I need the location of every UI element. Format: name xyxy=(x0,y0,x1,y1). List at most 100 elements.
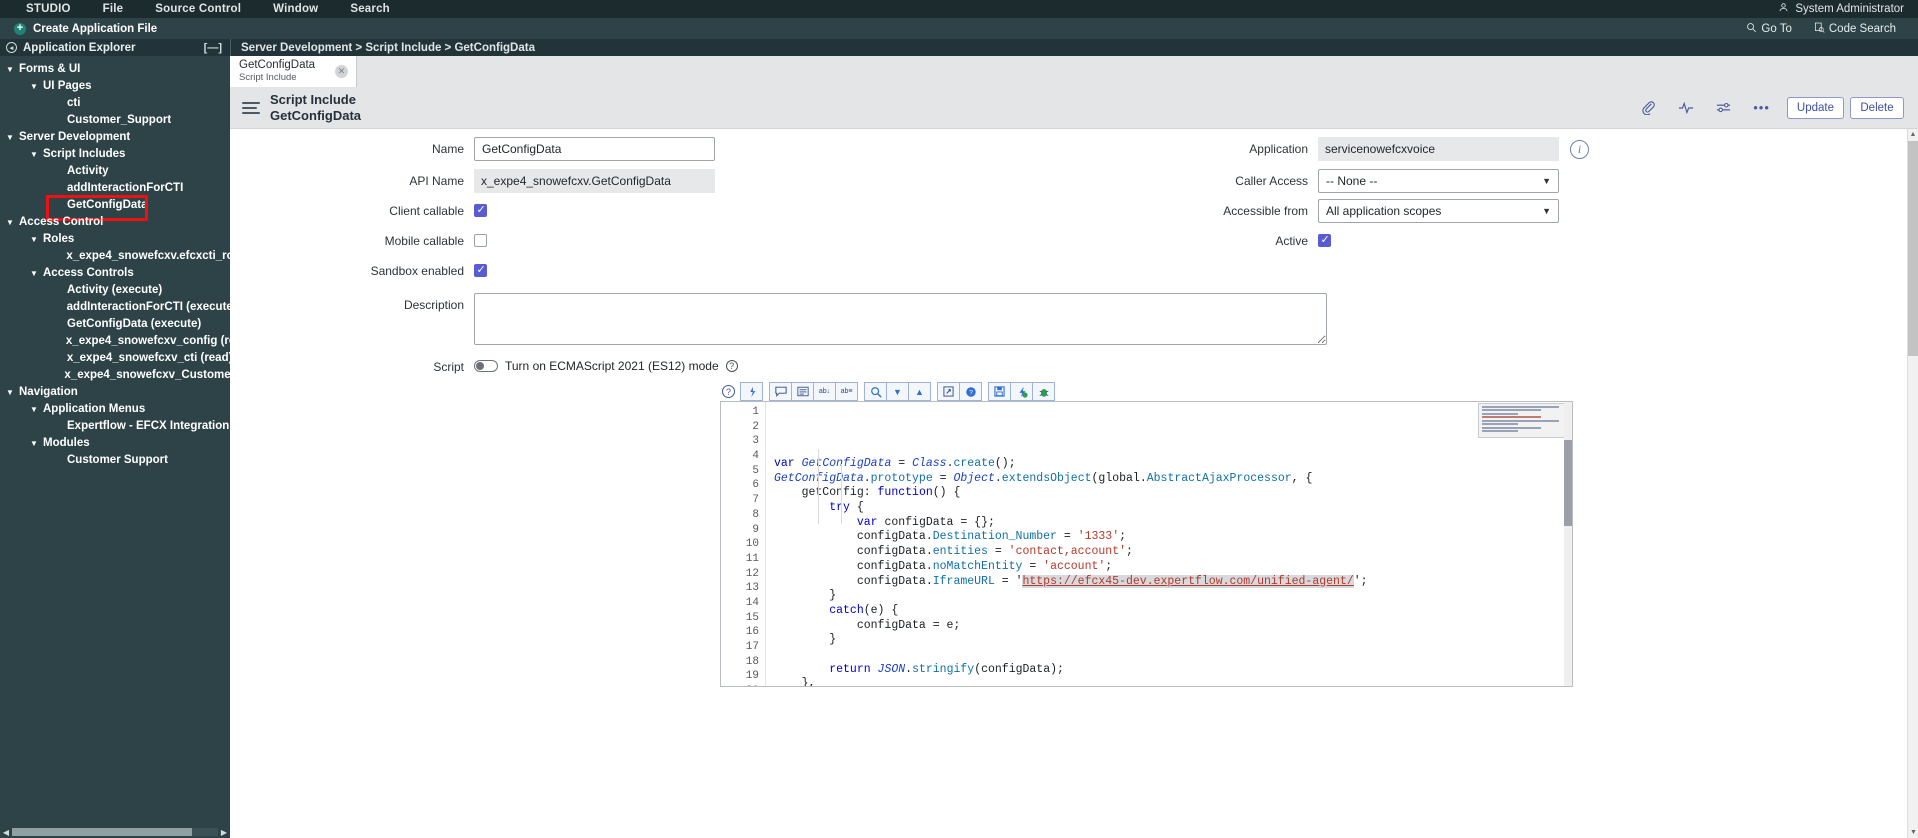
form-row-client-callable: Client callable Accessible from All appl… xyxy=(230,199,1918,223)
replace-all-icon[interactable]: ab≡ xyxy=(835,382,858,401)
code-line: configData.IframeURL = 'https://efcx45-d… xyxy=(774,575,1572,590)
tree-item-server-development[interactable]: ▼Server Development xyxy=(0,129,230,146)
tree-item-x-expe4-snowefcxv-customer-support-r[interactable]: x_expe4_snowefcxv_Customer_Support (r xyxy=(0,367,230,384)
code-scroll-thumb[interactable] xyxy=(1564,440,1572,526)
chevron-down-icon[interactable]: ▼ xyxy=(30,231,39,248)
info-icon[interactable]: i xyxy=(1570,140,1589,159)
tree-item-activity-execute[interactable]: Activity (execute) xyxy=(0,282,230,299)
find-icon[interactable] xyxy=(864,382,887,401)
attachment-icon[interactable] xyxy=(1641,100,1656,115)
accessible-from-select[interactable]: All application scopes ▼ xyxy=(1318,199,1559,223)
chevron-down-icon[interactable]: ▼ xyxy=(30,401,39,418)
tree-item-activity[interactable]: Activity xyxy=(0,163,230,180)
tree-item-getconfigdata[interactable]: GetConfigData xyxy=(0,197,230,214)
tree-item-getconfigdata-execute[interactable]: GetConfigData (execute) xyxy=(0,316,230,333)
help-icon[interactable]: ? xyxy=(722,385,735,398)
user-menu[interactable]: System Administrator xyxy=(1778,2,1918,16)
menu-item-source-control[interactable]: Source Control xyxy=(139,3,257,15)
tree-item-ui-pages[interactable]: ▼UI Pages xyxy=(0,78,230,95)
comment-icon[interactable] xyxy=(769,382,792,401)
chevron-down-icon[interactable]: ▼ xyxy=(30,146,39,163)
tree-item-modules[interactable]: ▼Modules xyxy=(0,435,230,452)
chevron-down-icon[interactable]: ▼ xyxy=(30,435,39,452)
hamburger-icon[interactable] xyxy=(242,102,260,114)
tree-item-application-menus[interactable]: ▼Application Menus xyxy=(0,401,230,418)
scroll-right-arrow[interactable]: ▶ xyxy=(218,828,230,837)
page-scrollbar[interactable]: ▲ ▼ xyxy=(1907,129,1918,838)
collapse-sidebar-button[interactable]: [—] xyxy=(204,42,222,54)
page-scroll-thumb[interactable] xyxy=(1908,141,1918,356)
chevron-down-icon[interactable]: ▼ xyxy=(30,265,39,282)
close-icon[interactable]: ✕ xyxy=(335,65,348,78)
activity-icon[interactable] xyxy=(1678,101,1694,115)
line-number-gutter: 1234567891011121314151617181920 xyxy=(721,402,766,686)
tree-item-access-controls[interactable]: ▼Access Controls xyxy=(0,265,230,282)
client-callable-checkbox[interactable] xyxy=(474,204,487,217)
chevron-down-icon[interactable]: ▼ xyxy=(6,384,15,401)
tree-item-addinteractionforcti[interactable]: addInteractionForCTI xyxy=(0,180,230,197)
main-layout: ◂ Application Explorer [—] ▼Forms & UI▼U… xyxy=(0,39,1918,838)
personalize-icon[interactable] xyxy=(1716,101,1731,115)
line-number: 12 xyxy=(721,567,759,582)
indent-icon[interactable] xyxy=(791,382,814,401)
menu-item-search[interactable]: Search xyxy=(334,3,406,15)
sidebar-scroll-thumb[interactable] xyxy=(12,828,192,836)
scroll-down-arrow[interactable]: ▼ xyxy=(1908,827,1918,838)
code-text-area[interactable]: var GetConfigData = Class.create();GetCo… xyxy=(766,402,1572,686)
replace-icon[interactable]: ab↓ xyxy=(813,382,836,401)
tree-item-customer-support[interactable]: Customer_Support xyxy=(0,112,230,129)
menu-item-studio[interactable]: STUDIO xyxy=(10,3,87,15)
find-previous-icon[interactable]: ▲ xyxy=(908,382,931,401)
scroll-up-arrow[interactable]: ▲ xyxy=(1908,129,1918,140)
name-input[interactable] xyxy=(474,137,715,161)
code-editor-box[interactable]: 1234567891011121314151617181920 var GetC… xyxy=(720,401,1573,687)
syntax-check-icon[interactable] xyxy=(1010,382,1033,401)
menu-item-file[interactable]: File xyxy=(87,3,140,15)
tree-item-navigation[interactable]: ▼Navigation xyxy=(0,384,230,401)
chevron-down-icon[interactable]: ▼ xyxy=(6,129,15,146)
save-icon[interactable] xyxy=(988,382,1011,401)
chevron-down-icon[interactable]: ▼ xyxy=(30,78,39,95)
tree-item-cti[interactable]: cti xyxy=(0,95,230,112)
sandbox-enabled-checkbox[interactable] xyxy=(474,264,487,277)
fullscreen-icon[interactable] xyxy=(937,382,960,401)
find-next-icon[interactable]: ▼ xyxy=(886,382,909,401)
description-textarea[interactable] xyxy=(474,293,1327,345)
tree-item-roles[interactable]: ▼Roles xyxy=(0,231,230,248)
tree-item-x-expe4-snowefcxv-cti-read[interactable]: x_expe4_snowefcxv_cti (read) xyxy=(0,350,230,367)
code-minimap[interactable] xyxy=(1478,403,1571,438)
line-number: 14 xyxy=(721,596,759,611)
tab-getconfigdata[interactable]: GetConfigData Script Include ✕ xyxy=(230,56,357,87)
tree-item-forms-ui[interactable]: ▼Forms & UI xyxy=(0,61,230,78)
tree-item-x-expe4-snowefcxv-config-read[interactable]: x_expe4_snowefcxv_config (read) xyxy=(0,333,230,350)
tree-item-expertflow-efcx-integration[interactable]: Expertflow - EFCX Integration xyxy=(0,418,230,435)
es12-toggle[interactable] xyxy=(474,360,498,372)
editor-toolbar: ? ab↓ ab≡ xyxy=(720,382,1573,401)
tree-item-x-expe4-snowefcxv-efcxcti-role[interactable]: x_expe4_snowefcxv.efcxcti_role xyxy=(0,248,230,265)
tree-item-addinteractionforcti-execute[interactable]: addInteractionForCTI (execute) xyxy=(0,299,230,316)
content-area: Server Development > Script Include > Ge… xyxy=(230,39,1918,838)
chevron-down-icon[interactable]: ▼ xyxy=(6,214,15,231)
active-checkbox[interactable] xyxy=(1318,234,1331,247)
create-application-file-button[interactable]: Create Application File xyxy=(33,23,157,35)
go-to-button[interactable]: Go To xyxy=(1746,22,1791,36)
sidebar-horizontal-scrollbar[interactable]: ◀ ▶ xyxy=(0,826,230,838)
menu-item-window[interactable]: Window xyxy=(257,3,334,15)
tree-item-script-includes[interactable]: ▼Script Includes xyxy=(0,146,230,163)
delete-button[interactable]: Delete xyxy=(1850,97,1904,119)
tree-item-label: Forms & UI xyxy=(19,61,80,78)
mobile-callable-checkbox[interactable] xyxy=(474,234,487,247)
debug-icon[interactable] xyxy=(1032,382,1055,401)
code-search-button[interactable]: Code Search xyxy=(1814,22,1896,36)
tree-item-access-control[interactable]: ▼Access Control xyxy=(0,214,230,231)
scroll-left-arrow[interactable]: ◀ xyxy=(0,828,12,837)
sidebar-scroll-track[interactable] xyxy=(12,828,218,836)
tree-item-customer-support[interactable]: Customer Support xyxy=(0,452,230,469)
syntax-help-icon[interactable]: ? xyxy=(959,382,982,401)
more-icon[interactable]: ••• xyxy=(1753,100,1770,115)
chevron-down-icon[interactable]: ▼ xyxy=(6,61,15,78)
format-code-icon[interactable] xyxy=(740,382,763,401)
help-icon[interactable]: ? xyxy=(726,360,738,372)
caller-access-select[interactable]: -- None -- ▼ xyxy=(1318,169,1559,193)
update-button[interactable]: Update xyxy=(1787,97,1844,119)
